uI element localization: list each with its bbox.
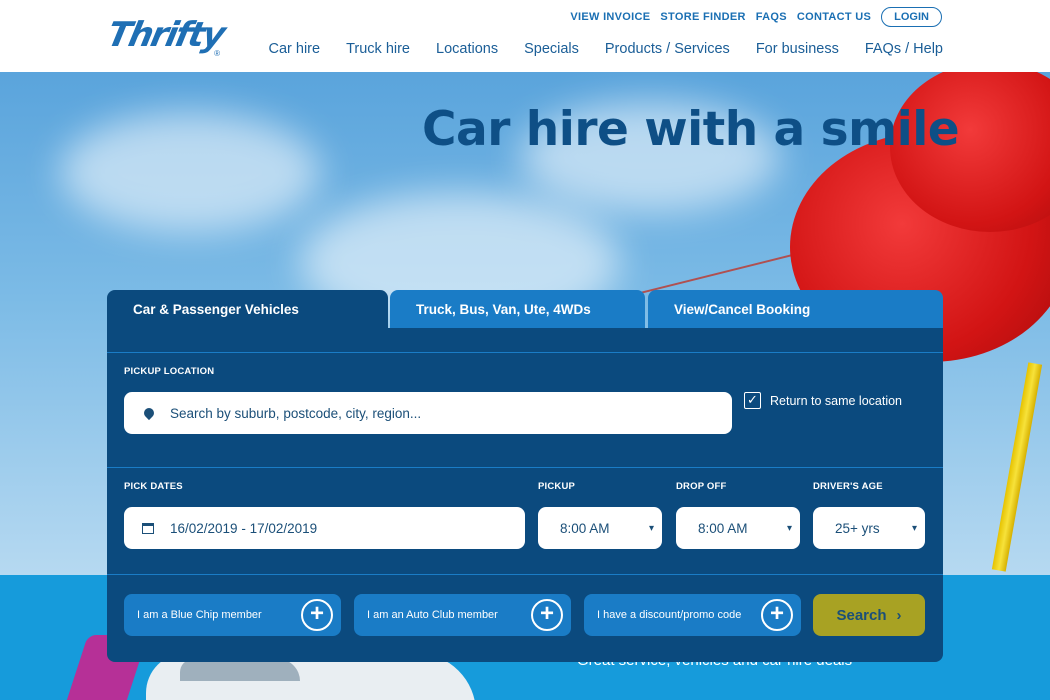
- faqs-link[interactable]: FAQS: [756, 11, 787, 23]
- calendar-icon: [142, 522, 154, 534]
- divider: [107, 574, 943, 575]
- tab-truck-bus-van[interactable]: Truck, Bus, Van, Ute, 4WDs: [390, 290, 645, 328]
- drivers-age-value: 25+ yrs: [835, 520, 880, 536]
- logo-registered-mark: ®: [214, 49, 220, 58]
- thrifty-logo[interactable]: Thrifty ®: [104, 14, 228, 60]
- chevron-down-icon: ▾: [786, 522, 792, 534]
- chevron-down-icon: ▾: [648, 522, 654, 534]
- pickup-location-label: PICKUP LOCATION: [124, 366, 215, 377]
- drivers-age-select[interactable]: 25+ yrs ▾: [813, 507, 925, 549]
- hero-title: Car hire with a smile: [422, 102, 960, 157]
- pick-dates-label: PICK DATES: [124, 481, 183, 492]
- plus-icon: +: [531, 599, 563, 631]
- promo-code-label: I have a discount/promo code: [597, 609, 742, 621]
- date-range-value: 16/02/2019 - 17/02/2019: [170, 520, 318, 536]
- nav-car-hire[interactable]: Car hire: [269, 41, 321, 57]
- nav-products-services[interactable]: Products / Services: [605, 41, 730, 57]
- car-window-image: [180, 659, 300, 681]
- auto-club-label: I am an Auto Club member: [367, 609, 498, 621]
- nav-for-business[interactable]: For business: [756, 41, 839, 57]
- booking-widget: Car & Passenger Vehicles Truck, Bus, Van…: [107, 290, 943, 662]
- tab-car-passenger[interactable]: Car & Passenger Vehicles: [107, 290, 388, 328]
- pickup-time-value: 8:00 AM: [560, 520, 610, 536]
- search-button-label: Search: [836, 606, 887, 624]
- dropoff-time-value: 8:00 AM: [698, 520, 748, 536]
- dropoff-time-label: DROP OFF: [676, 481, 727, 492]
- blue-chip-label: I am a Blue Chip member: [137, 609, 262, 621]
- nav-specials[interactable]: Specials: [524, 41, 579, 57]
- chevron-down-icon: ▾: [911, 522, 917, 534]
- booking-tabs: Car & Passenger Vehicles Truck, Bus, Van…: [107, 290, 943, 328]
- site-header: Thrifty ® VIEW INVOICE STORE FINDER FAQS…: [0, 0, 1050, 72]
- auto-club-member-toggle[interactable]: I am an Auto Club member +: [354, 594, 571, 636]
- divider: [107, 352, 943, 353]
- tassel-decoration: [991, 362, 1043, 572]
- return-same-label[interactable]: Return to same location: [770, 394, 902, 408]
- logo-text: Thrifty: [103, 15, 228, 55]
- utility-nav: VIEW INVOICE STORE FINDER FAQS CONTACT U…: [570, 7, 942, 27]
- chevron-right-icon: ›: [896, 606, 902, 624]
- view-invoice-link[interactable]: VIEW INVOICE: [570, 11, 650, 23]
- nav-truck-hire[interactable]: Truck hire: [346, 41, 410, 57]
- date-range-input[interactable]: 16/02/2019 - 17/02/2019: [124, 507, 525, 549]
- plus-icon: +: [301, 599, 333, 631]
- nav-locations[interactable]: Locations: [436, 41, 498, 57]
- map-pin-icon: [141, 405, 157, 421]
- search-button[interactable]: Search ›: [813, 594, 925, 636]
- pickup-time-label: PICKUP: [538, 481, 576, 492]
- login-button[interactable]: LOGIN: [881, 7, 942, 27]
- store-finder-link[interactable]: STORE FINDER: [660, 11, 745, 23]
- location-placeholder: Search by suburb, postcode, city, region…: [170, 405, 422, 421]
- plus-icon: +: [761, 599, 793, 631]
- blue-chip-member-toggle[interactable]: I am a Blue Chip member +: [124, 594, 341, 636]
- divider: [107, 467, 943, 468]
- return-same-checkbox[interactable]: ✓: [744, 392, 761, 409]
- promo-code-toggle[interactable]: I have a discount/promo code +: [584, 594, 801, 636]
- main-nav: Car hire Truck hire Locations Specials P…: [269, 41, 944, 57]
- drivers-age-label: DRIVER'S AGE: [813, 481, 883, 492]
- contact-us-link[interactable]: CONTACT US: [797, 11, 871, 23]
- tab-view-cancel[interactable]: View/Cancel Booking: [648, 290, 943, 328]
- dropoff-time-select[interactable]: 8:00 AM ▾: [676, 507, 800, 549]
- pickup-location-input[interactable]: Search by suburb, postcode, city, region…: [124, 392, 732, 434]
- nav-faqs-help[interactable]: FAQs / Help: [865, 41, 943, 57]
- pickup-time-select[interactable]: 8:00 AM ▾: [538, 507, 662, 549]
- cloud-decoration: [60, 112, 320, 232]
